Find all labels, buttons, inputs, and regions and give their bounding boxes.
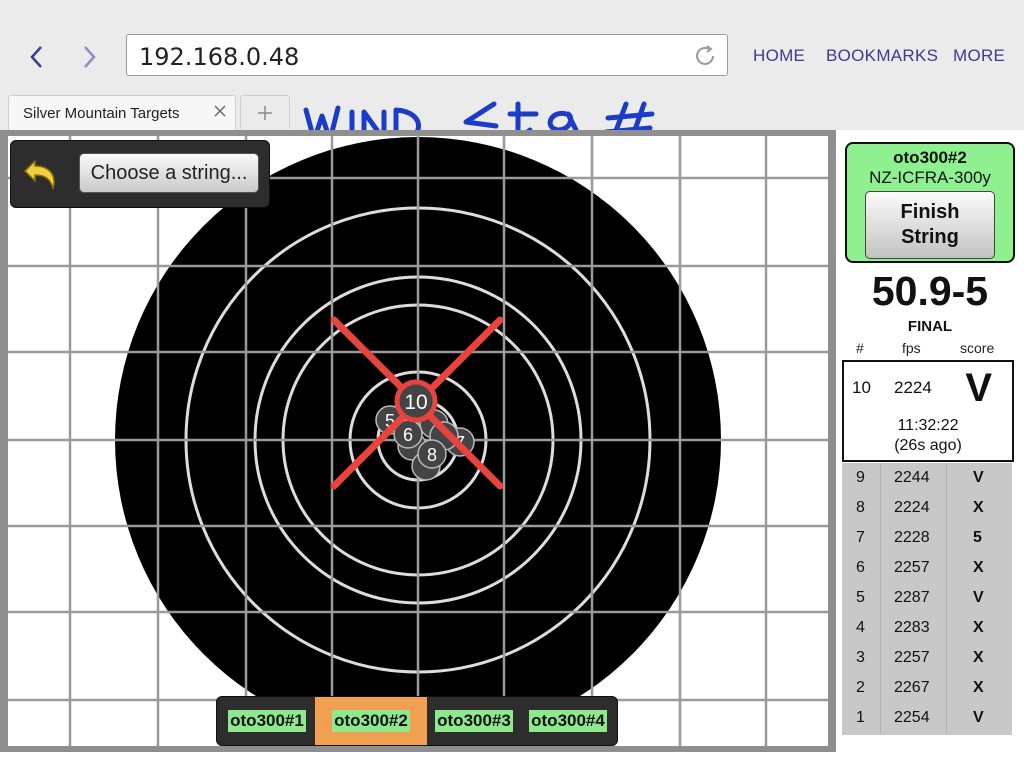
bookmarks-link[interactable]: BOOKMARKS: [826, 46, 938, 66]
latest-shot-score: V: [965, 366, 992, 410]
browser-tab[interactable]: Silver Mountain Targets: [8, 95, 236, 130]
svg-text:8: 8: [427, 445, 437, 465]
header-fps: fps: [902, 340, 921, 356]
close-icon[interactable]: [213, 104, 227, 123]
target-area: 5 7 6 8: [0, 130, 836, 752]
undo-arrow-icon[interactable]: [21, 153, 63, 195]
url-text: 192.168.0.48: [139, 43, 300, 71]
table-row[interactable]: 1 2254 V: [842, 703, 1012, 733]
forward-nav-button[interactable]: [74, 40, 106, 74]
string-tab-bar: oto300#1 oto300#2 oto300#3 oto300#4: [216, 696, 618, 746]
table-row[interactable]: 6 2257 X: [842, 553, 1012, 583]
latest-shot-time: 11:32:22: [897, 417, 959, 434]
header-num: #: [856, 340, 864, 356]
table-row[interactable]: 9 2244 V: [842, 463, 1012, 493]
chevron-left-icon: [30, 46, 42, 68]
new-tab-button[interactable]: [240, 95, 290, 129]
latest-shot-ago: (26s ago): [894, 437, 962, 454]
header-score: score: [960, 340, 995, 356]
string-info-box: oto300#2 NZ-ICFRA-300y Finish String: [845, 142, 1015, 263]
table-row[interactable]: 5 2287 V: [842, 583, 1012, 613]
browser-chrome: 192.168.0.48 HOME BOOKMARKS MORE Silver …: [0, 0, 1024, 147]
shot-list: 9 2244 V 8 2224 X 7 2228 5 6 2257 X 5 22…: [842, 463, 1012, 735]
finish-string-button[interactable]: Finish String: [865, 191, 995, 259]
table-row[interactable]: 3 2257 X: [842, 643, 1012, 673]
latest-shot[interactable]: 10 2224 V 11:32:22 (26s ago): [842, 360, 1014, 462]
table-row[interactable]: 4 2283 X: [842, 613, 1012, 643]
rules-label: NZ-ICFRA-300y: [869, 168, 991, 187]
string-label: String: [901, 226, 959, 248]
total-score: 50.9-5: [871, 268, 989, 314]
string-chooser-panel: Choose a string...: [10, 140, 270, 208]
string-name: oto300#2: [893, 148, 967, 167]
tab-title: Silver Mountain Targets: [23, 105, 180, 122]
table-row[interactable]: 7 2228 5: [842, 523, 1012, 553]
table-row[interactable]: 2 2267 X: [842, 673, 1012, 703]
score-sidebar: oto300#2 NZ-ICFRA-300y Finish String 50.…: [840, 130, 1024, 768]
svg-text:10: 10: [404, 391, 427, 414]
choose-string-button[interactable]: Choose a string...: [79, 153, 259, 193]
latest-shot-num: 10: [852, 378, 871, 397]
plus-icon: [258, 105, 272, 120]
string-tab-3[interactable]: oto300#3: [427, 697, 521, 745]
string-tab-1[interactable]: oto300#1: [219, 697, 315, 745]
home-link[interactable]: HOME: [753, 46, 805, 66]
reload-icon[interactable]: [693, 44, 717, 73]
latest-shot-fps: 2224: [894, 378, 932, 397]
target-canvas[interactable]: 5 7 6 8: [8, 136, 828, 746]
string-tab-2[interactable]: oto300#2: [315, 697, 427, 745]
status-label: FINAL: [907, 318, 953, 335]
address-bar[interactable]: 192.168.0.48: [126, 34, 728, 76]
shot-marker-10[interactable]: 10: [394, 379, 438, 423]
shot-marker-8[interactable]: 8: [417, 439, 447, 469]
page-content: 5 7 6 8: [0, 130, 1024, 768]
finish-label: Finish: [900, 201, 960, 223]
string-tab-4[interactable]: oto300#4: [521, 697, 615, 745]
more-link[interactable]: MORE: [953, 46, 1005, 66]
back-nav-button[interactable]: [20, 40, 52, 74]
svg-text:6: 6: [403, 425, 413, 445]
table-row[interactable]: 8 2224 X: [842, 493, 1012, 523]
chevron-right-icon: [84, 46, 96, 68]
